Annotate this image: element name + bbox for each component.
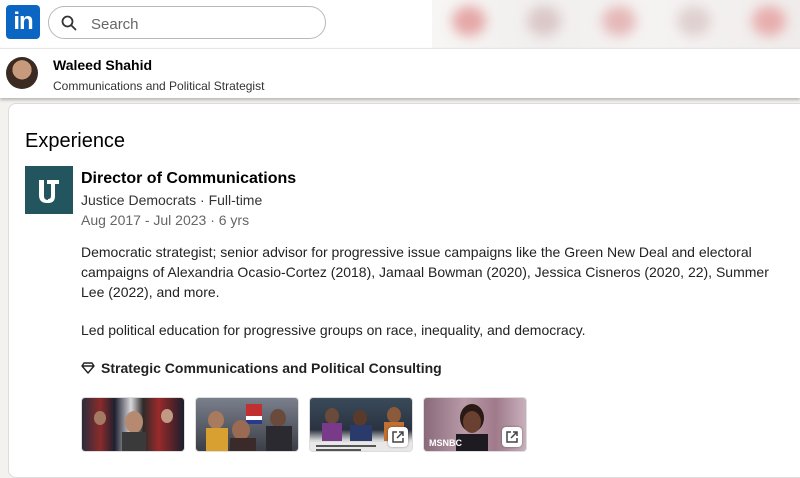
linkedin-logo[interactable]: in (6, 5, 40, 39)
search-box[interactable] (48, 6, 326, 39)
diamond-icon (81, 362, 95, 374)
job-description: Democratic strategist; senior advisor fo… (81, 244, 769, 300)
section-title: Experience (25, 130, 126, 152)
profile-name: Waleed Shahid (53, 57, 153, 73)
profile-headline: Communications and Political Strategist (53, 79, 265, 93)
job-title[interactable]: Director of Communications (81, 170, 296, 188)
external-link-icon[interactable] (502, 427, 522, 447)
media-thumbnail-1[interactable] (81, 397, 185, 452)
media-thumbnail-2[interactable] (195, 397, 299, 452)
top-navigation-bar: in (0, 0, 800, 48)
company-name: Justice Democrats · Full-time (81, 192, 263, 208)
search-input[interactable] (89, 12, 313, 36)
justice-democrats-logo[interactable] (25, 166, 73, 214)
job-dates: Aug 2017 - Jul 2023 · 6 yrs (81, 212, 250, 228)
msnbc-logo: MSNBC (429, 438, 462, 448)
blurred-nav-area (432, 0, 800, 48)
external-link-icon[interactable] (388, 427, 408, 447)
skills-label: Strategic Communications and Political C… (101, 360, 442, 376)
sticky-profile-bar: Waleed Shahid Communications and Politic… (0, 48, 800, 98)
search-icon (61, 15, 77, 31)
avatar[interactable] (6, 57, 38, 89)
media-thumbnail-4[interactable]: MSNBC (423, 397, 527, 452)
job-description-2: Led political education for progressive … (81, 322, 586, 338)
media-thumbnail-3[interactable] (309, 397, 413, 452)
